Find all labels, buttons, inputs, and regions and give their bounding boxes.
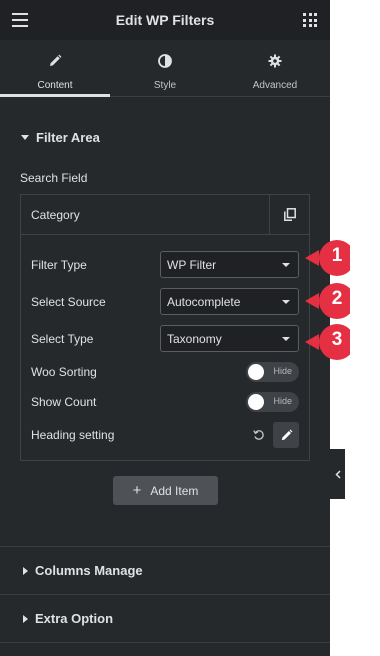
select-source-select[interactable]: Autocomplete xyxy=(160,288,299,315)
callout-number: 1 xyxy=(331,245,343,266)
heading-setting-actions xyxy=(251,422,299,448)
pencil-icon xyxy=(48,54,62,73)
repeater-item-title[interactable]: Category xyxy=(21,208,269,222)
tab-content[interactable]: Content xyxy=(0,40,110,97)
add-item-button[interactable]: + Add Item xyxy=(113,476,218,505)
pencil-icon xyxy=(281,429,292,440)
section-columns-manage-title: Columns Manage xyxy=(35,563,143,578)
section-filter-area[interactable]: Filter Area xyxy=(0,130,330,145)
select-type-select[interactable]: Taxonomy xyxy=(160,325,299,352)
panel-tabs: Content Style Advanced xyxy=(0,40,330,97)
filter-type-value: WP Filter xyxy=(167,257,217,272)
show-count-toggle[interactable]: Hide xyxy=(246,392,299,412)
editor-panel: Edit WP Filters Content Style Advanced F… xyxy=(0,0,330,656)
toggle-knob xyxy=(248,364,264,380)
caret-down-icon xyxy=(21,135,29,140)
filter-type-label: Filter Type xyxy=(31,257,87,272)
show-count-row: Show Count Hide xyxy=(31,392,299,412)
woo-sorting-toggle[interactable]: Hide xyxy=(246,362,299,382)
repeater-item-header: Category xyxy=(21,194,309,235)
add-item-label: Add Item xyxy=(150,483,199,498)
caret-right-icon xyxy=(23,566,28,575)
section-divider xyxy=(0,642,330,643)
caret-right-icon xyxy=(23,614,28,623)
callout-badge-2: 2 xyxy=(304,282,355,320)
menu-icon[interactable] xyxy=(12,13,28,27)
collapse-panel-button[interactable] xyxy=(330,449,345,499)
chevron-down-icon xyxy=(282,336,290,341)
filter-type-row: Filter Type WP Filter xyxy=(31,251,299,278)
search-field-label: Search Field xyxy=(20,171,88,185)
toggle-knob xyxy=(248,394,264,410)
woo-sorting-toggle-label: Hide xyxy=(273,366,292,376)
select-source-label: Select Source xyxy=(31,294,106,309)
woo-sorting-label: Woo Sorting xyxy=(31,365,97,379)
half-circle-icon xyxy=(158,54,172,73)
plus-icon: + xyxy=(132,482,142,499)
filter-type-select[interactable]: WP Filter xyxy=(160,251,299,278)
widgets-grid-icon[interactable] xyxy=(303,13,317,27)
section-extra-option[interactable]: Extra Option xyxy=(0,611,330,626)
tab-content-label: Content xyxy=(37,80,73,91)
chevron-down-icon xyxy=(282,299,290,304)
heading-setting-label: Heading setting xyxy=(31,428,115,442)
select-type-label: Select Type xyxy=(31,331,94,346)
tab-advanced[interactable]: Advanced xyxy=(220,40,330,96)
edit-heading-button[interactable] xyxy=(273,422,299,448)
show-count-label: Show Count xyxy=(31,395,97,409)
show-count-toggle-label: Hide xyxy=(273,396,292,406)
select-source-value: Autocomplete xyxy=(167,294,241,309)
section-divider xyxy=(0,546,330,547)
section-extra-option-title: Extra Option xyxy=(35,611,114,626)
repeater-item: Category Filter Type WP Filter Select So… xyxy=(20,194,310,461)
callout-badge-1: 1 xyxy=(304,239,355,277)
panel-header: Edit WP Filters xyxy=(0,0,330,40)
select-type-row: Select Type Taxonomy xyxy=(31,325,299,352)
panel-title: Edit WP Filters xyxy=(115,12,215,28)
reset-icon[interactable] xyxy=(251,427,267,443)
tab-advanced-label: Advanced xyxy=(252,80,298,91)
gear-icon xyxy=(268,54,282,73)
tab-style-label: Style xyxy=(153,80,177,91)
callout-number: 2 xyxy=(331,288,343,309)
section-columns-manage[interactable]: Columns Manage xyxy=(0,563,330,578)
chevron-left-icon xyxy=(334,469,341,479)
woo-sorting-row: Woo Sorting Hide xyxy=(31,362,299,382)
select-type-value: Taxonomy xyxy=(167,331,222,346)
select-source-row: Select Source Autocomplete xyxy=(31,288,299,315)
section-filter-area-title: Filter Area xyxy=(36,130,100,145)
heading-setting-row: Heading setting xyxy=(31,422,299,448)
tab-style[interactable]: Style xyxy=(110,40,220,96)
callout-number: 3 xyxy=(331,329,343,350)
chevron-down-icon xyxy=(282,262,290,267)
callout-badge-3: 3 xyxy=(304,323,355,361)
section-divider xyxy=(0,594,330,595)
duplicate-icon[interactable] xyxy=(269,194,309,235)
